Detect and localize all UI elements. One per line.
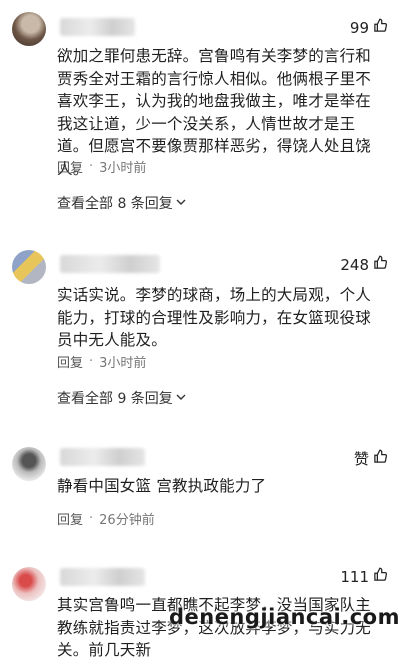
comment-text: 静看中国女篮 宫教执政能力了 xyxy=(57,477,267,495)
view-replies-button[interactable]: 查看全部 9 条回复 xyxy=(57,388,186,408)
comment-text: 实话实说。李梦的球商，场上的大局观，个人能力，打球的合理性及影响力，在女篮现役球… xyxy=(57,286,372,349)
username-blurred[interactable] xyxy=(60,448,145,466)
timestamp: 3小时前 xyxy=(99,161,147,176)
timestamp: 3小时前 xyxy=(99,356,147,371)
chevron-down-icon xyxy=(176,390,186,406)
like-count: 111 xyxy=(340,567,369,586)
thumbs-up-icon xyxy=(373,18,388,37)
username-blurred[interactable] xyxy=(60,255,160,273)
username-blurred[interactable] xyxy=(60,18,135,36)
like-count: 248 xyxy=(340,255,369,274)
comment-meta: 回复 · 3小时前 xyxy=(57,157,146,176)
site-watermark: denengjiancai.com xyxy=(168,605,400,629)
like-button[interactable]: 248 xyxy=(340,255,388,274)
like-button[interactable]: 赞 xyxy=(354,448,388,469)
chevron-down-icon xyxy=(176,195,186,211)
separator-dot: · xyxy=(89,159,94,174)
reply-button[interactable]: 回复 xyxy=(57,509,83,528)
timestamp: 26分钟前 xyxy=(99,513,155,528)
like-count: 99 xyxy=(349,18,369,37)
thumbs-up-icon xyxy=(373,255,388,274)
comment-meta: 回复 · 3小时前 xyxy=(57,352,146,371)
avatar[interactable] xyxy=(12,250,46,284)
like-button[interactable]: 111 xyxy=(340,567,388,586)
username-blurred[interactable] xyxy=(60,568,145,586)
reply-button[interactable]: 回复 xyxy=(57,352,83,371)
avatar[interactable] xyxy=(12,447,46,481)
reply-button[interactable]: 回复 xyxy=(57,157,83,176)
avatar[interactable] xyxy=(12,567,46,601)
separator-dot: · xyxy=(89,354,94,369)
view-replies-button[interactable]: 查看全部 8 条回复 xyxy=(57,193,186,213)
view-replies-label: 查看全部 8 条回复 xyxy=(57,196,173,212)
like-count: 赞 xyxy=(353,450,369,468)
avatar[interactable] xyxy=(12,12,46,46)
thumbs-up-icon xyxy=(373,449,388,468)
view-replies-label: 查看全部 9 条回复 xyxy=(57,391,173,407)
separator-dot: · xyxy=(89,511,94,526)
thumbs-up-icon xyxy=(373,567,388,586)
comment-meta: 回复 · 26分钟前 xyxy=(57,509,155,528)
like-button[interactable]: 99 xyxy=(350,18,388,37)
